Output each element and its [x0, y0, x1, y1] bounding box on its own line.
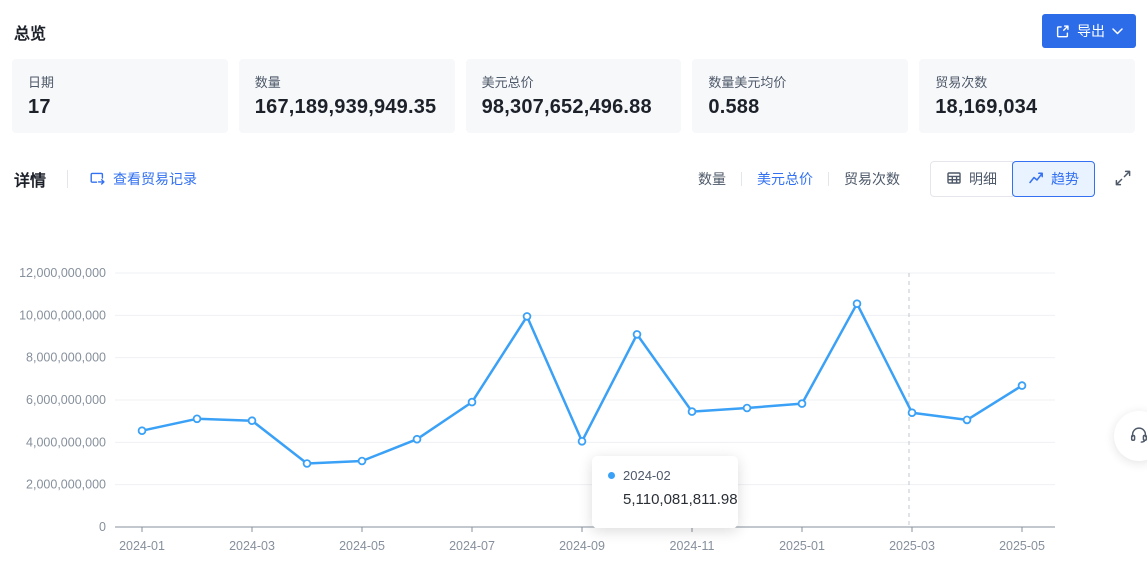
- stat-value: 18,169,034: [935, 96, 1119, 119]
- detail-view-button[interactable]: 明细: [930, 161, 1013, 197]
- data-point: [689, 408, 696, 415]
- stat-label: 日期: [28, 72, 212, 91]
- tab-trade-count[interactable]: 贸易次数: [844, 169, 900, 189]
- data-point: [909, 409, 916, 416]
- stat-label: 贸易次数: [935, 72, 1119, 91]
- stat-value: 98,307,652,496.88: [482, 96, 666, 119]
- data-point: [139, 427, 146, 434]
- data-point: [744, 405, 751, 412]
- stat-label: 数量美元均价: [708, 72, 892, 91]
- series-dot-icon: [608, 472, 615, 479]
- chart-tooltip: 2024-02 5,110,081,811.98: [592, 456, 738, 528]
- stat-label: 美元总价: [482, 72, 666, 91]
- stat-value: 17: [28, 96, 212, 119]
- stat-card-quantity: 数量 167,189,939,949.35: [239, 59, 455, 133]
- data-point: [304, 460, 311, 467]
- data-point: [579, 438, 586, 445]
- stat-value: 0.588: [708, 96, 892, 119]
- x-axis-tick-label: 2025-05: [999, 539, 1045, 553]
- fullscreen-button[interactable]: [1111, 166, 1135, 193]
- x-axis-tick-label: 2024-01: [119, 539, 165, 553]
- x-axis-tick-label: 2024-03: [229, 539, 275, 553]
- page-title: 总览: [14, 20, 46, 44]
- y-axis-tick-label: 0: [99, 520, 106, 534]
- y-axis-tick-label: 2,000,000,000: [26, 478, 106, 492]
- data-point: [634, 331, 641, 338]
- trend-view-label: 趋势: [1051, 169, 1079, 189]
- tooltip-series-label: 2024-02: [623, 468, 671, 483]
- data-point: [524, 313, 531, 320]
- divider: [828, 172, 829, 186]
- export-button[interactable]: 导出: [1042, 14, 1136, 48]
- divider: [741, 172, 742, 186]
- x-axis-tick-label: 2024-11: [670, 539, 715, 553]
- stat-card-avg-price: 数量美元均价 0.588: [692, 59, 908, 133]
- line-chart-icon: [1028, 170, 1044, 189]
- table-icon: [946, 170, 962, 189]
- data-point: [414, 436, 421, 443]
- y-axis-tick-label: 6,000,000,000: [26, 393, 106, 407]
- fullscreen-expand-icon: [1113, 176, 1133, 191]
- data-point: [964, 417, 971, 424]
- data-point: [799, 400, 806, 407]
- tooltip-value: 5,110,081,811.98: [608, 491, 722, 508]
- stat-card-usd-total: 美元总价 98,307,652,496.88: [466, 59, 682, 133]
- tab-quantity[interactable]: 数量: [698, 169, 726, 189]
- y-axis-tick-label: 12,000,000,000: [19, 266, 106, 280]
- data-point: [359, 458, 366, 465]
- stat-value: 167,189,939,949.35: [255, 96, 439, 119]
- view-trade-records-link[interactable]: 查看贸易记录: [89, 169, 197, 189]
- stat-card-date: 日期 17: [12, 59, 228, 133]
- data-point: [249, 417, 256, 424]
- detail-view-label: 明细: [969, 169, 997, 189]
- view-switch-group: 明细 趋势: [930, 161, 1095, 197]
- overview-page: 总览 导出 日期 17 数量 167,189,939,949.35: [0, 0, 1147, 577]
- section-title: 详情: [14, 167, 46, 191]
- y-axis-tick-label: 4,000,000,000: [26, 435, 106, 449]
- export-icon: [1055, 24, 1070, 39]
- data-point: [854, 300, 861, 307]
- headset-icon: [1128, 424, 1147, 449]
- x-axis-tick-label: 2025-03: [889, 539, 935, 553]
- data-point: [1019, 382, 1026, 389]
- trend-line-chart[interactable]: 12,000,000,000 10,000,000,000 8,000,000,00…: [0, 248, 1147, 568]
- trend-view-button[interactable]: 趋势: [1012, 161, 1095, 197]
- y-axis-tick-label: 10,000,000,000: [19, 308, 106, 322]
- data-point: [194, 415, 201, 422]
- detail-toolbar: 详情 查看贸易记录 数量 美元总价 贸易次数: [14, 160, 1135, 198]
- chevron-down-icon: [1112, 28, 1123, 35]
- x-axis-tick-label: 2024-09: [559, 539, 605, 553]
- export-button-label: 导出: [1077, 21, 1105, 41]
- tab-usd-total[interactable]: 美元总价: [757, 169, 813, 189]
- stats-row: 日期 17 数量 167,189,939,949.35 美元总价 98,307,…: [12, 59, 1135, 133]
- data-point: [469, 399, 476, 406]
- x-axis-tick-label: 2025-01: [779, 539, 825, 553]
- stat-label: 数量: [255, 72, 439, 91]
- metric-tab-group: 数量 美元总价 贸易次数: [698, 169, 900, 189]
- divider: [67, 170, 68, 188]
- record-card-icon: [89, 170, 106, 189]
- x-axis-tick-label: 2024-07: [449, 539, 495, 553]
- x-axis-tick-label: 2024-05: [339, 539, 385, 553]
- page-header: 总览 导出: [0, 0, 1147, 56]
- y-axis-tick-label: 8,000,000,000: [26, 351, 106, 365]
- view-trade-records-label: 查看贸易记录: [113, 169, 197, 189]
- stat-card-trade-count: 贸易次数 18,169,034: [919, 59, 1135, 133]
